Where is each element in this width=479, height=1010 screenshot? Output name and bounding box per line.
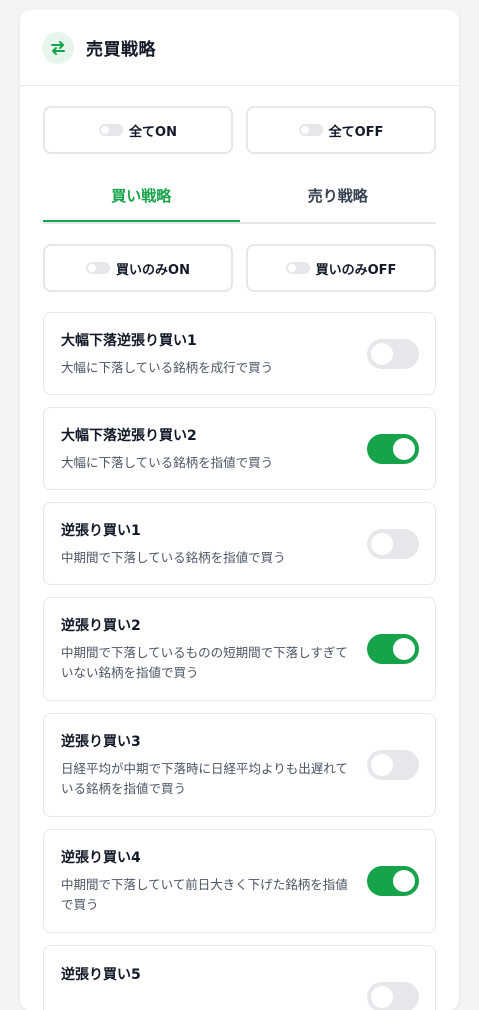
strategy-toggle[interactable] (367, 433, 419, 464)
strategy-description: 日経平均が中期で下落時に日経平均よりも出遅れている銘柄を指値で買う (61, 761, 348, 796)
strategy-item: 大幅下落逆張り買い2 大幅に下落している銘柄を指値で買う (43, 407, 436, 490)
toggle-knob (393, 638, 415, 660)
global-toggle-row: 全てON 全てOFF (43, 106, 436, 154)
strategy-item: 逆張り買い1 中期間で下落している銘柄を指値で買う (43, 502, 436, 585)
toggle-icon (285, 262, 310, 274)
toggle-knob (371, 986, 393, 1008)
all-off-label: 全てOFF (328, 124, 384, 140)
buy-only-on-label: 買いのみON (116, 262, 190, 278)
all-on-label: 全てON (129, 124, 177, 140)
swap-arrows-icon (42, 31, 74, 64)
buy-toggle-row: 買いのみON 買いのみOFF (43, 244, 436, 292)
strategy-title: 逆張り買い1 (61, 522, 141, 539)
toggle-knob (371, 532, 393, 555)
strategy-title: 逆張り買い4 (61, 850, 141, 866)
strategy-item: 逆張り買い5 (43, 945, 436, 1010)
strategy-item: 逆張り買い2 中期間で下落しているものの短期間で下落しすぎていない銘柄を指値で買… (43, 597, 436, 701)
strategy-panel: 売買戦略 全てON 全てOFF 買い戦略 売り戦略 買いのみON 買いのみOFF… (20, 10, 459, 1010)
panel-header: 売買戦略 (20, 10, 459, 86)
strategy-toggle[interactable] (367, 982, 419, 1010)
toggle-icon (99, 124, 124, 136)
strategy-title: 逆張り買い3 (61, 734, 141, 750)
strategy-title: 大幅下落逆張り買い2 (61, 427, 197, 444)
page-title: 売買戦略 (86, 40, 156, 60)
strategy-description: 大幅に下落している銘柄を成行で買う (61, 359, 274, 375)
toggle-knob (371, 342, 393, 365)
tab-buy-strategy[interactable]: 買い戦略 (43, 176, 240, 222)
strategy-description: 大幅に下落している銘柄を指値で買う (61, 454, 274, 470)
toggle-knob (371, 754, 393, 776)
strategy-title: 逆張り買い5 (61, 967, 141, 983)
all-off-button[interactable]: 全てOFF (246, 106, 436, 154)
strategy-title: 逆張り買い2 (61, 618, 141, 634)
strategy-tabs: 買い戦略 売り戦略 (43, 176, 436, 224)
strategy-toggle[interactable] (367, 338, 419, 369)
strategy-description: 中期間で下落していて前日大きく下げた銘柄を指値で買う (61, 877, 348, 912)
buy-only-off-label: 買いのみOFF (315, 262, 397, 278)
strategy-item: 逆張り買い3 日経平均が中期で下落時に日経平均よりも出遅れている銘柄を指値で買う (43, 713, 436, 817)
toggle-knob (393, 437, 415, 460)
strategy-description: 中期間で下落している銘柄を指値で買う (61, 549, 286, 565)
toggle-icon (298, 124, 323, 136)
buy-only-on-button[interactable]: 買いのみON (43, 244, 233, 292)
strategy-item: 逆張り買い4 中期間で下落していて前日大きく下げた銘柄を指値で買う (43, 829, 436, 933)
strategy-toggle[interactable] (367, 634, 419, 664)
all-on-button[interactable]: 全てON (43, 106, 233, 154)
tab-sell-strategy[interactable]: 売り戦略 (240, 176, 437, 222)
strategy-toggle[interactable] (367, 750, 419, 780)
toggle-knob (393, 870, 415, 892)
strategy-item: 大幅下落逆張り買い1 大幅に下落している銘柄を成行で買う (43, 312, 436, 395)
strategy-toggle[interactable] (367, 528, 419, 559)
toggle-icon (86, 262, 111, 274)
strategy-title: 大幅下落逆張り買い1 (61, 332, 197, 349)
strategy-toggle[interactable] (367, 866, 419, 896)
strategy-description: 中期間で下落しているものの短期間で下落しすぎていない銘柄を指値で買う (61, 645, 348, 680)
buy-only-off-button[interactable]: 買いのみOFF (246, 244, 436, 292)
